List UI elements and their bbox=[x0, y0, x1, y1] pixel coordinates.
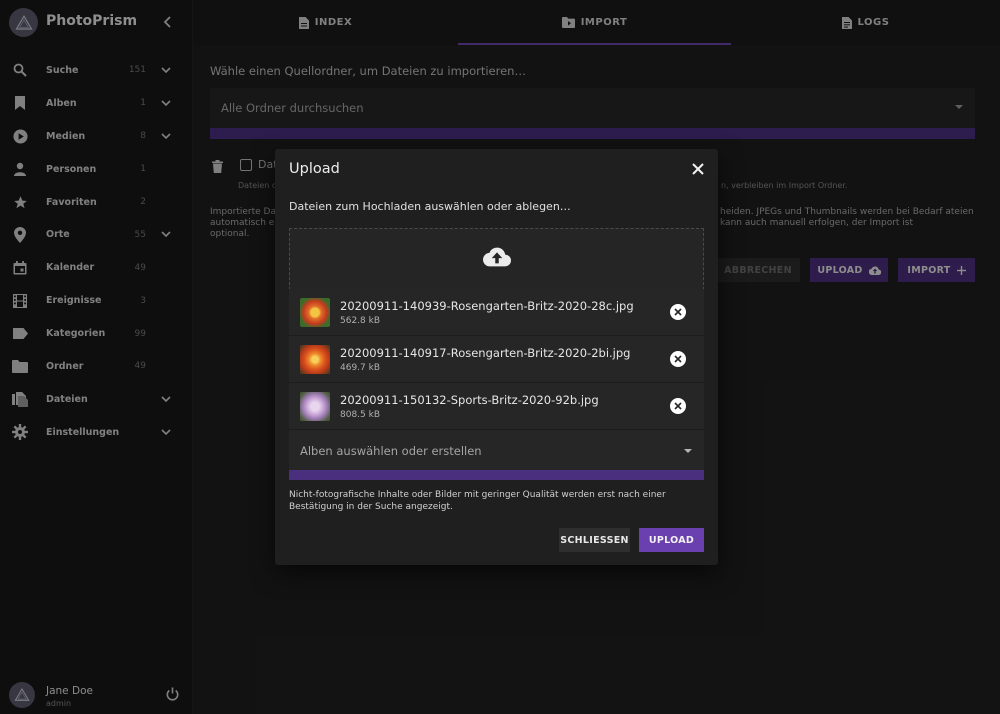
dialog-title: Upload bbox=[289, 161, 340, 177]
list-item: 20200911-140917-Rosengarten-Britz-2020-2… bbox=[289, 336, 704, 383]
file-thumbnail bbox=[300, 345, 330, 374]
dialog-note: Nicht-fotografische Inhalte oder Bilder … bbox=[289, 490, 666, 512]
dialog-subtitle: Dateien zum Hochladen auswählen oder abl… bbox=[289, 200, 571, 213]
upload-submit-button[interactable]: UPLOAD bbox=[639, 528, 704, 552]
album-select[interactable]: Alben auswählen oder erstellen bbox=[289, 430, 704, 470]
remove-file-icon[interactable] bbox=[670, 304, 686, 320]
album-progress-bar bbox=[289, 470, 704, 480]
file-dropzone[interactable] bbox=[289, 228, 704, 290]
remove-file-icon[interactable] bbox=[670, 398, 686, 414]
upload-submit-label: UPLOAD bbox=[648, 534, 695, 546]
close-icon[interactable] bbox=[690, 161, 706, 177]
list-item: 20200911-140939-Rosengarten-Britz-2020-2… bbox=[289, 289, 704, 336]
file-name: 20200911-140917-Rosengarten-Britz-2020-2… bbox=[340, 346, 631, 360]
close-button-label: SCHLIESSEN bbox=[560, 534, 629, 546]
album-select-placeholder: Alben auswählen oder erstellen bbox=[300, 444, 482, 458]
file-size: 562.8 kB bbox=[340, 316, 381, 326]
list-item: 20200911-150132-Sports-Britz-2020-92b.jp… bbox=[289, 383, 704, 430]
app: PhotoPrism Suche 151 Alben 1 Medien 8 Pe… bbox=[0, 0, 1000, 714]
close-button[interactable]: SCHLIESSEN bbox=[559, 528, 630, 552]
file-thumbnail bbox=[300, 392, 330, 421]
cloud-upload-icon bbox=[482, 247, 511, 271]
file-size: 808.5 kB bbox=[340, 410, 381, 420]
dropdown-caret-icon bbox=[684, 449, 692, 453]
file-thumbnail bbox=[300, 298, 330, 327]
file-name: 20200911-140939-Rosengarten-Britz-2020-2… bbox=[340, 299, 634, 313]
upload-file-list: 20200911-140939-Rosengarten-Britz-2020-2… bbox=[289, 289, 704, 430]
upload-dialog: Upload Dateien zum Hochladen auswählen o… bbox=[275, 149, 718, 565]
file-size: 469.7 kB bbox=[340, 363, 381, 373]
file-name: 20200911-150132-Sports-Britz-2020-92b.jp… bbox=[340, 393, 599, 407]
remove-file-icon[interactable] bbox=[670, 351, 686, 367]
